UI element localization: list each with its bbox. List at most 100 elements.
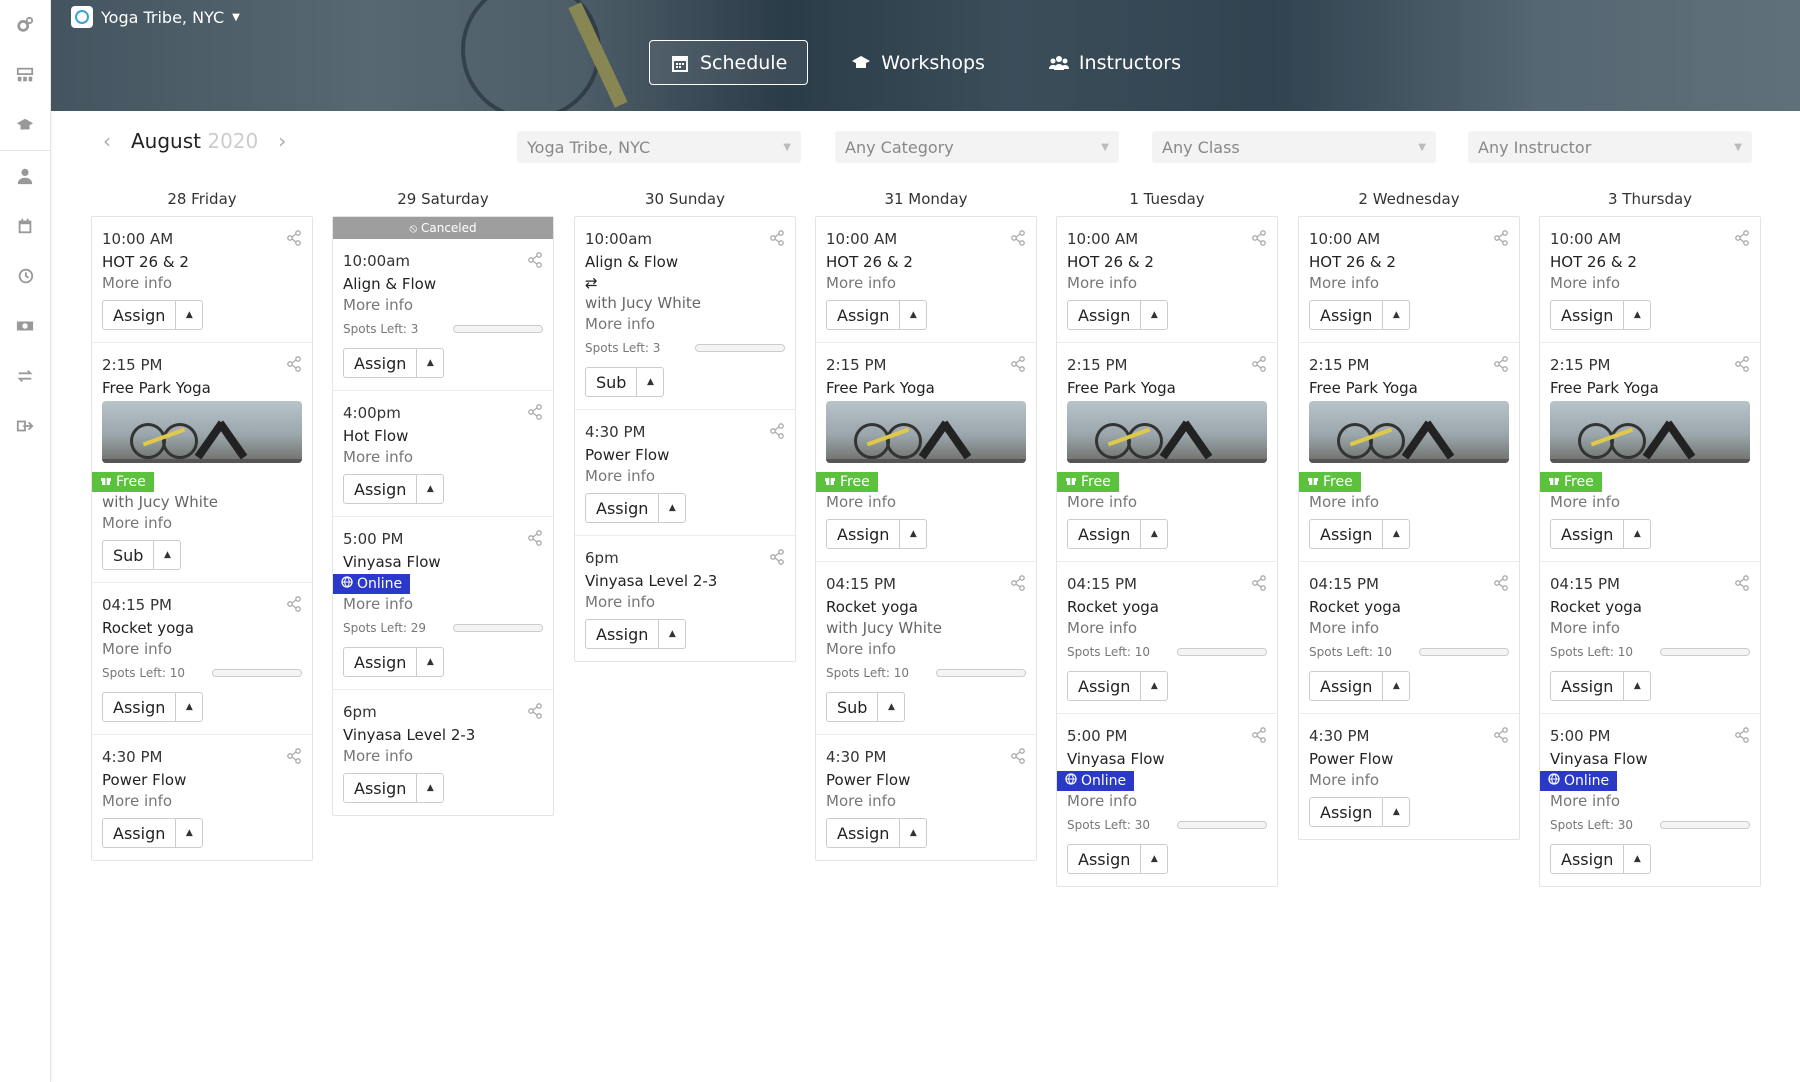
more-info-link[interactable]: More info xyxy=(1309,273,1509,294)
more-info-link[interactable]: More info xyxy=(1550,618,1750,639)
assign-button[interactable]: Assign xyxy=(344,774,418,802)
more-info-link[interactable]: More info xyxy=(826,639,1026,660)
more-info-link[interactable]: More info xyxy=(585,592,785,613)
share-icon[interactable] xyxy=(1251,575,1267,591)
settings-icon[interactable] xyxy=(0,0,50,50)
share-icon[interactable] xyxy=(769,549,785,565)
share-icon[interactable] xyxy=(527,530,543,546)
graduation-cap-icon[interactable] xyxy=(0,100,50,150)
assign-button[interactable]: Assign xyxy=(1068,845,1142,873)
exchange-icon[interactable] xyxy=(0,351,50,401)
caret-up-icon[interactable]: ▲ xyxy=(1383,798,1409,826)
sub-button[interactable]: Sub xyxy=(586,368,638,396)
caret-up-icon[interactable]: ▲ xyxy=(1383,672,1409,700)
assign-button[interactable]: Assign xyxy=(103,693,177,721)
assign-button[interactable]: Assign xyxy=(827,520,901,548)
class-filter[interactable]: Any Class ▼ xyxy=(1152,131,1436,163)
share-icon[interactable] xyxy=(286,356,302,372)
dashboard-icon[interactable] xyxy=(0,50,50,100)
caret-up-icon[interactable]: ▲ xyxy=(1141,520,1167,548)
money-icon[interactable] xyxy=(0,301,50,351)
studio-selector[interactable]: Yoga Tribe, NYC ▼ xyxy=(71,6,240,28)
share-icon[interactable] xyxy=(527,404,543,420)
more-info-link[interactable]: More info xyxy=(1550,492,1750,513)
caret-up-icon[interactable]: ▲ xyxy=(878,693,904,721)
share-icon[interactable] xyxy=(1734,727,1750,743)
more-info-link[interactable]: More info xyxy=(1309,492,1509,513)
caret-up-icon[interactable]: ▲ xyxy=(659,620,685,648)
share-icon[interactable] xyxy=(1734,230,1750,246)
more-info-link[interactable]: More info xyxy=(1067,492,1267,513)
more-info-link[interactable]: More info xyxy=(343,295,543,316)
share-icon[interactable] xyxy=(1493,727,1509,743)
share-icon[interactable] xyxy=(1493,356,1509,372)
assign-button[interactable]: Assign xyxy=(827,301,901,329)
assign-button[interactable]: Assign xyxy=(1068,520,1142,548)
share-icon[interactable] xyxy=(1251,727,1267,743)
assign-button[interactable]: Assign xyxy=(344,475,418,503)
more-info-link[interactable]: More info xyxy=(826,492,1026,513)
more-info-link[interactable]: More info xyxy=(826,273,1026,294)
assign-button[interactable]: Assign xyxy=(1551,301,1625,329)
next-month-button[interactable]: › xyxy=(278,129,286,153)
more-info-link[interactable]: More info xyxy=(343,594,543,615)
history-icon[interactable] xyxy=(0,251,50,301)
caret-up-icon[interactable]: ▲ xyxy=(1141,845,1167,873)
assign-button[interactable]: Assign xyxy=(1551,672,1625,700)
more-info-link[interactable]: More info xyxy=(102,513,302,534)
caret-up-icon[interactable]: ▲ xyxy=(1141,672,1167,700)
more-info-link[interactable]: More info xyxy=(102,639,302,660)
calendar-icon[interactable] xyxy=(0,201,50,251)
share-icon[interactable] xyxy=(1251,356,1267,372)
caret-up-icon[interactable]: ▲ xyxy=(1624,845,1650,873)
caret-up-icon[interactable]: ▲ xyxy=(176,301,202,329)
more-info-link[interactable]: More info xyxy=(343,447,543,468)
category-filter[interactable]: Any Category ▼ xyxy=(835,131,1119,163)
caret-up-icon[interactable]: ▲ xyxy=(900,301,926,329)
more-info-link[interactable]: More info xyxy=(1550,273,1750,294)
share-icon[interactable] xyxy=(1010,748,1026,764)
assign-button[interactable]: Assign xyxy=(1068,301,1142,329)
assign-button[interactable]: Assign xyxy=(1068,672,1142,700)
caret-up-icon[interactable]: ▲ xyxy=(1383,520,1409,548)
share-icon[interactable] xyxy=(769,230,785,246)
more-info-link[interactable]: More info xyxy=(1067,791,1267,812)
caret-up-icon[interactable]: ▲ xyxy=(417,349,443,377)
more-info-link[interactable]: More info xyxy=(1067,618,1267,639)
tab-schedule[interactable]: Schedule xyxy=(648,40,809,85)
more-info-link[interactable]: More info xyxy=(1550,791,1750,812)
tab-workshops[interactable]: Workshops xyxy=(830,40,1006,85)
tab-instructors[interactable]: Instructors xyxy=(1028,40,1202,85)
share-icon[interactable] xyxy=(1010,575,1026,591)
caret-up-icon[interactable]: ▲ xyxy=(1141,301,1167,329)
assign-button[interactable]: Assign xyxy=(344,349,418,377)
share-icon[interactable] xyxy=(286,748,302,764)
caret-up-icon[interactable]: ▲ xyxy=(637,368,663,396)
assign-button[interactable]: Assign xyxy=(586,620,660,648)
share-icon[interactable] xyxy=(286,596,302,612)
more-info-link[interactable]: More info xyxy=(826,791,1026,812)
assign-button[interactable]: Assign xyxy=(1551,845,1625,873)
caret-up-icon[interactable]: ▲ xyxy=(900,520,926,548)
more-info-link[interactable]: More info xyxy=(343,746,543,767)
user-icon[interactable] xyxy=(0,151,50,201)
instructor-filter[interactable]: Any Instructor ▼ xyxy=(1468,131,1752,163)
assign-button[interactable]: Assign xyxy=(103,819,177,847)
sub-button[interactable]: Sub xyxy=(103,541,155,569)
more-info-link[interactable]: More info xyxy=(585,466,785,487)
share-icon[interactable] xyxy=(1734,356,1750,372)
location-filter[interactable]: Yoga Tribe, NYC ▼ xyxy=(517,131,801,163)
share-icon[interactable] xyxy=(286,230,302,246)
share-icon[interactable] xyxy=(1734,575,1750,591)
caret-up-icon[interactable]: ▲ xyxy=(417,648,443,676)
prev-month-button[interactable]: ‹ xyxy=(103,129,111,153)
assign-button[interactable]: Assign xyxy=(344,648,418,676)
share-icon[interactable] xyxy=(527,252,543,268)
share-icon[interactable] xyxy=(1010,356,1026,372)
assign-button[interactable]: Assign xyxy=(103,301,177,329)
share-icon[interactable] xyxy=(1251,230,1267,246)
caret-up-icon[interactable]: ▲ xyxy=(417,774,443,802)
share-icon[interactable] xyxy=(1493,230,1509,246)
assign-button[interactable]: Assign xyxy=(1310,520,1384,548)
more-info-link[interactable]: More info xyxy=(102,791,302,812)
